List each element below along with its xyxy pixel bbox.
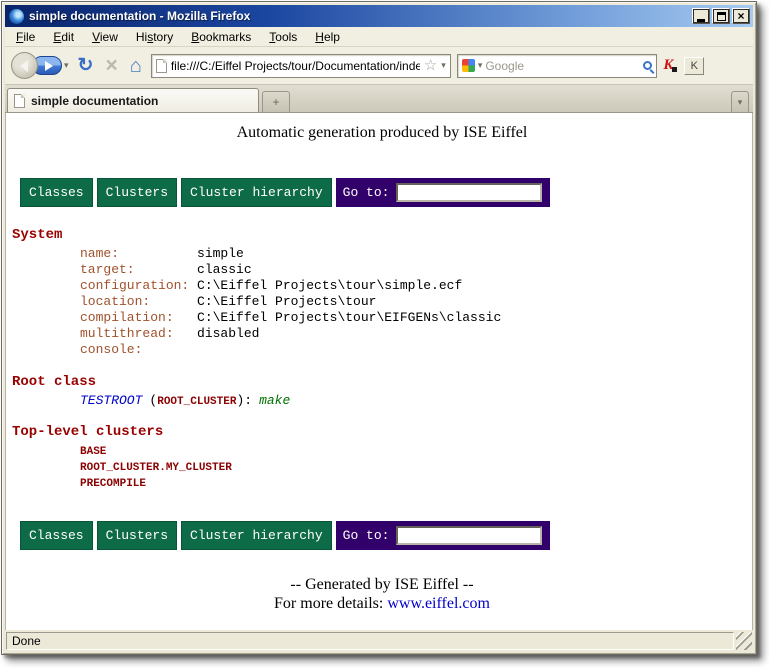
- footer-generated-line: -- Generated by ISE Eiffel --: [12, 576, 752, 594]
- goto-input-top[interactable]: [396, 183, 542, 202]
- eiffel-website-link[interactable]: www.eiffel.com: [387, 595, 490, 612]
- clusters-button-bottom[interactable]: Clusters: [97, 521, 177, 550]
- page-icon: [156, 59, 167, 73]
- menu-tools[interactable]: Tools: [260, 28, 306, 46]
- creator-feature-link[interactable]: make: [259, 393, 290, 408]
- classes-button[interactable]: Classes: [20, 178, 93, 207]
- status-text: Done: [12, 634, 41, 648]
- menu-bookmarks[interactable]: Bookmarks: [182, 28, 260, 46]
- top-level-clusters-heading: Top-level clusters: [12, 424, 752, 440]
- top-nav-row: Classes Clusters Cluster hierarchy Go to…: [20, 178, 752, 207]
- clusters-button[interactable]: Clusters: [97, 178, 177, 207]
- system-row-configuration: configuration:C:\Eiffel Projects\tour\si…: [80, 278, 752, 294]
- root-class-heading: Root class: [12, 374, 752, 390]
- url-input[interactable]: [171, 59, 420, 73]
- goto-input-bottom[interactable]: [396, 526, 542, 545]
- search-icon[interactable]: [643, 61, 652, 70]
- kaspersky-icon[interactable]: [663, 59, 678, 72]
- page-content: Automatic generation produced by ISE Eif…: [5, 113, 753, 630]
- bottom-nav-row: Classes Clusters Cluster hierarchy Go to…: [20, 521, 752, 550]
- goto-label-bottom: Go to:: [343, 528, 390, 543]
- system-heading: System: [12, 227, 752, 243]
- browser-window: simple documentation - Mozilla Firefox ×…: [1, 1, 757, 655]
- firefox-icon: [9, 9, 24, 24]
- back-icon: [20, 60, 28, 72]
- window-title: simple documentation - Mozilla Firefox: [29, 9, 692, 23]
- tab-strip: simple documentation + ▾: [5, 85, 753, 113]
- bookmark-star-icon[interactable]: ☆: [424, 58, 437, 73]
- system-row-console: console:: [80, 342, 752, 358]
- maximize-icon: [717, 12, 726, 21]
- forward-icon: [45, 61, 53, 71]
- goto-box: Go to:: [336, 178, 551, 207]
- back-button[interactable]: [11, 52, 38, 79]
- menu-bar: File Edit View History Bookmarks Tools H…: [5, 27, 753, 47]
- status-panel: Done: [6, 632, 734, 650]
- k-toolbar-button[interactable]: K: [684, 57, 704, 75]
- footer-details-line: For more details: www.eiffel.com: [12, 595, 752, 613]
- status-bar: Done: [5, 630, 753, 651]
- system-row-name: name:simple: [80, 246, 752, 262]
- home-icon: ⌂: [130, 56, 142, 76]
- page-title: Automatic generation produced by ISE Eif…: [12, 124, 752, 142]
- url-bar: ☆ ▾: [151, 54, 451, 78]
- search-box: ▾: [457, 54, 658, 78]
- url-dropdown-icon[interactable]: ▾: [441, 61, 446, 70]
- maximize-button[interactable]: [712, 8, 730, 24]
- cluster-link-base[interactable]: BASE: [80, 444, 752, 460]
- reload-button[interactable]: ↻: [75, 56, 97, 75]
- root-class-line: TESTROOT(ROOT_CLUSTER):make: [80, 393, 752, 410]
- system-row-compilation: compilation:C:\Eiffel Projects\tour\EIFG…: [80, 310, 752, 326]
- goto-label: Go to:: [343, 185, 390, 200]
- resize-grip[interactable]: [736, 632, 752, 650]
- google-logo-icon[interactable]: [462, 59, 475, 72]
- search-input[interactable]: [485, 59, 640, 73]
- system-row-target: target:classic: [80, 262, 752, 278]
- close-button[interactable]: ×: [732, 8, 750, 24]
- menu-history[interactable]: History: [127, 28, 182, 46]
- new-tab-button[interactable]: +: [262, 91, 290, 112]
- cluster-list: BASE ROOT_CLUSTER.MY_CLUSTER PRECOMPILE: [80, 444, 752, 492]
- cluster-hierarchy-button-bottom[interactable]: Cluster hierarchy: [181, 521, 332, 550]
- stop-button[interactable]: ×: [102, 55, 120, 76]
- tab-simple-documentation[interactable]: simple documentation: [7, 88, 259, 112]
- history-dropdown-icon[interactable]: ▾: [64, 61, 69, 70]
- tab-label: simple documentation: [31, 94, 158, 108]
- stop-icon: ×: [105, 55, 117, 76]
- cluster-link-precompile[interactable]: PRECOMPILE: [80, 476, 752, 492]
- close-icon: ×: [737, 10, 744, 22]
- minimize-button[interactable]: [692, 8, 710, 24]
- tab-page-icon: [14, 94, 25, 108]
- cluster-hierarchy-button[interactable]: Cluster hierarchy: [181, 178, 332, 207]
- classes-button-bottom[interactable]: Classes: [20, 521, 93, 550]
- minimize-icon: [697, 19, 705, 22]
- reload-icon: ↻: [78, 56, 94, 75]
- home-button[interactable]: ⌂: [127, 56, 145, 76]
- tab-list-dropdown-icon: ▾: [738, 98, 743, 107]
- system-row-multithread: multithread:disabled: [80, 326, 752, 342]
- root-class-link[interactable]: TESTROOT: [80, 393, 142, 408]
- menu-view[interactable]: View: [83, 28, 127, 46]
- title-bar[interactable]: simple documentation - Mozilla Firefox ×: [5, 5, 753, 27]
- cluster-link-root-cluster-my-cluster[interactable]: ROOT_CLUSTER.MY_CLUSTER: [80, 460, 752, 476]
- menu-edit[interactable]: Edit: [44, 28, 83, 46]
- goto-box-bottom: Go to:: [336, 521, 551, 550]
- navigation-toolbar: ▾ ↻ × ⌂ ☆ ▾ ▾ K: [5, 47, 753, 85]
- menu-file[interactable]: File: [7, 28, 44, 46]
- page-footer: -- Generated by ISE Eiffel -- For more d…: [12, 576, 752, 613]
- search-engine-dropdown-icon[interactable]: ▾: [478, 61, 483, 70]
- tab-list-button[interactable]: ▾: [731, 91, 749, 112]
- root-cluster-link[interactable]: ROOT_CLUSTER: [157, 396, 236, 408]
- system-row-location: location:C:\Eiffel Projects\tour: [80, 294, 752, 310]
- menu-help[interactable]: Help: [306, 28, 349, 46]
- system-rows: name:simple target:classic configuration…: [80, 246, 752, 358]
